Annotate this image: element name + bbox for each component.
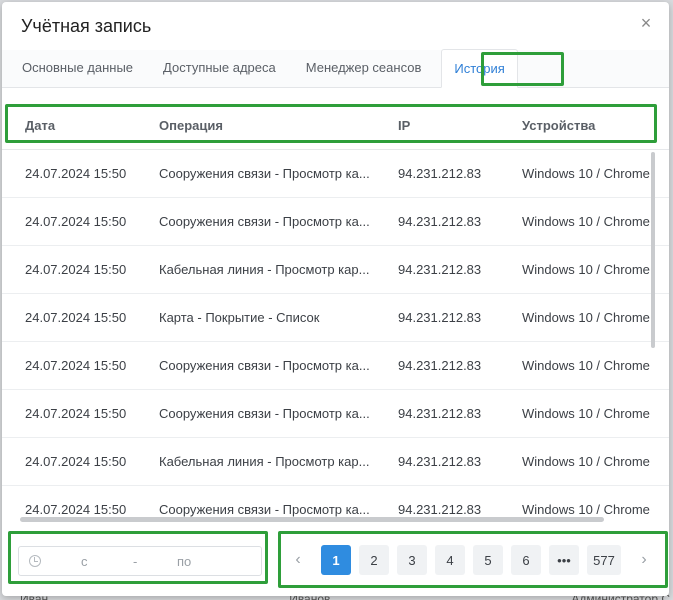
cell-operation: Кабельная линия - Просмотр кар... bbox=[159, 454, 370, 469]
table-row[interactable]: 24.07.2024 15:50 Сооружения связи - Просм… bbox=[2, 150, 669, 198]
date-range-separator: - bbox=[133, 553, 138, 569]
account-modal: Учётная запись × Основные данные Доступн… bbox=[2, 2, 669, 596]
cell-device: Windows 10 / Chrome bbox=[522, 358, 650, 373]
cell-operation: Кабельная линия - Просмотр кар... bbox=[159, 262, 370, 277]
modal-header: Учётная запись × bbox=[2, 2, 669, 50]
table-row[interactable]: 24.07.2024 15:50 Карта - Покрытие - Списо… bbox=[2, 294, 669, 342]
cell-date: 24.07.2024 15:50 bbox=[25, 406, 127, 421]
cell-operation: Сооружения связи - Просмотр ка... bbox=[159, 166, 370, 181]
cell-operation: Сооружения связи - Просмотр ка... bbox=[159, 214, 370, 229]
tab-session-manager[interactable]: Менеджер сеансов bbox=[296, 49, 432, 87]
column-header-date[interactable]: Дата bbox=[2, 118, 136, 133]
cell-device: Windows 10 / Chrome bbox=[522, 166, 650, 181]
cell-date: 24.07.2024 15:50 bbox=[25, 310, 127, 325]
next-page-icon[interactable]: › bbox=[629, 545, 659, 575]
cell-device: Windows 10 / Chrome bbox=[522, 310, 650, 325]
cell-ip: 94.231.212.83 bbox=[398, 166, 482, 181]
cell-ip: 94.231.212.83 bbox=[398, 214, 482, 229]
cell-device: Windows 10 / Chrome bbox=[522, 214, 650, 229]
table-row[interactable]: 24.07.2024 15:50 Сооружения связи - Просм… bbox=[2, 198, 669, 246]
table-row[interactable]: 24.07.2024 15:50 Кабельная линия - Просмо… bbox=[2, 246, 669, 294]
cell-date: 24.07.2024 15:50 bbox=[25, 502, 127, 517]
table-body: 24.07.2024 15:50 Сооружения связи - Просм… bbox=[2, 150, 669, 522]
page-button[interactable]: 3 bbox=[397, 545, 427, 575]
cell-date: 24.07.2024 15:50 bbox=[25, 166, 127, 181]
cell-date: 24.07.2024 15:50 bbox=[25, 454, 127, 469]
horizontal-scrollbar[interactable] bbox=[20, 517, 604, 522]
page-button[interactable]: 2 bbox=[359, 545, 389, 575]
history-table: Дата Операция IP Устройства 24.07.2024 1… bbox=[2, 102, 669, 522]
vertical-scrollbar[interactable] bbox=[651, 152, 655, 348]
modal-title: Учётная запись bbox=[21, 16, 152, 36]
date-range-picker[interactable]: с - по bbox=[18, 546, 262, 576]
cell-ip: 94.231.212.83 bbox=[398, 358, 482, 373]
date-from-input[interactable]: с bbox=[81, 554, 111, 569]
column-header-devices[interactable]: Устройства bbox=[499, 118, 669, 133]
close-icon[interactable]: × bbox=[637, 14, 655, 32]
page-button[interactable]: 6 bbox=[511, 545, 541, 575]
page-button[interactable]: 1 bbox=[321, 545, 351, 575]
cell-operation: Сооружения связи - Просмотр ка... bbox=[159, 502, 370, 517]
tab-main-data[interactable]: Основные данные bbox=[12, 49, 143, 87]
table-row[interactable]: 24.07.2024 15:50 Сооружения связи - Просм… bbox=[2, 342, 669, 390]
table-header: Дата Операция IP Устройства bbox=[2, 102, 669, 150]
modal-footer: с - по ‹ 1 2 3 4 5 6 ••• 577 › bbox=[2, 530, 669, 590]
date-to-input[interactable]: по bbox=[177, 554, 191, 569]
cell-operation: Карта - Покрытие - Список bbox=[159, 310, 320, 325]
pagination: ‹ 1 2 3 4 5 6 ••• 577 › bbox=[283, 544, 667, 576]
last-page-button[interactable]: 577 bbox=[587, 545, 621, 575]
cell-device: Windows 10 / Chrome bbox=[522, 262, 650, 277]
table-row[interactable]: 24.07.2024 15:50 Кабельная линия - Просмо… bbox=[2, 438, 669, 486]
page-button[interactable]: 5 bbox=[473, 545, 503, 575]
cell-ip: 94.231.212.83 bbox=[398, 454, 482, 469]
cell-device: Windows 10 / Chrome bbox=[522, 406, 650, 421]
column-header-operation[interactable]: Операция bbox=[136, 118, 375, 133]
tab-available-addresses[interactable]: Доступные адреса bbox=[153, 49, 286, 87]
cell-ip: 94.231.212.83 bbox=[398, 310, 482, 325]
column-header-ip[interactable]: IP bbox=[375, 118, 499, 133]
cell-operation: Сооружения связи - Просмотр ка... bbox=[159, 406, 370, 421]
cell-device: Windows 10 / Chrome bbox=[522, 502, 650, 517]
tab-history[interactable]: История bbox=[441, 49, 518, 88]
more-pages-button[interactable]: ••• bbox=[549, 545, 579, 575]
cell-date: 24.07.2024 15:50 bbox=[25, 358, 127, 373]
prev-page-icon[interactable]: ‹ bbox=[283, 545, 313, 575]
cell-date: 24.07.2024 15:50 bbox=[25, 214, 127, 229]
page-button[interactable]: 4 bbox=[435, 545, 465, 575]
cell-date: 24.07.2024 15:50 bbox=[25, 262, 127, 277]
cell-ip: 94.231.212.83 bbox=[398, 406, 482, 421]
clock-icon bbox=[29, 555, 41, 567]
cell-ip: 94.231.212.83 bbox=[398, 262, 482, 277]
table-row[interactable]: 24.07.2024 15:50 Сооружения связи - Просм… bbox=[2, 390, 669, 438]
cell-operation: Сооружения связи - Просмотр ка... bbox=[159, 358, 370, 373]
cell-ip: 94.231.212.83 bbox=[398, 502, 482, 517]
tab-bar: Основные данные Доступные адреса Менедже… bbox=[2, 49, 669, 88]
cell-device: Windows 10 / Chrome bbox=[522, 454, 650, 469]
